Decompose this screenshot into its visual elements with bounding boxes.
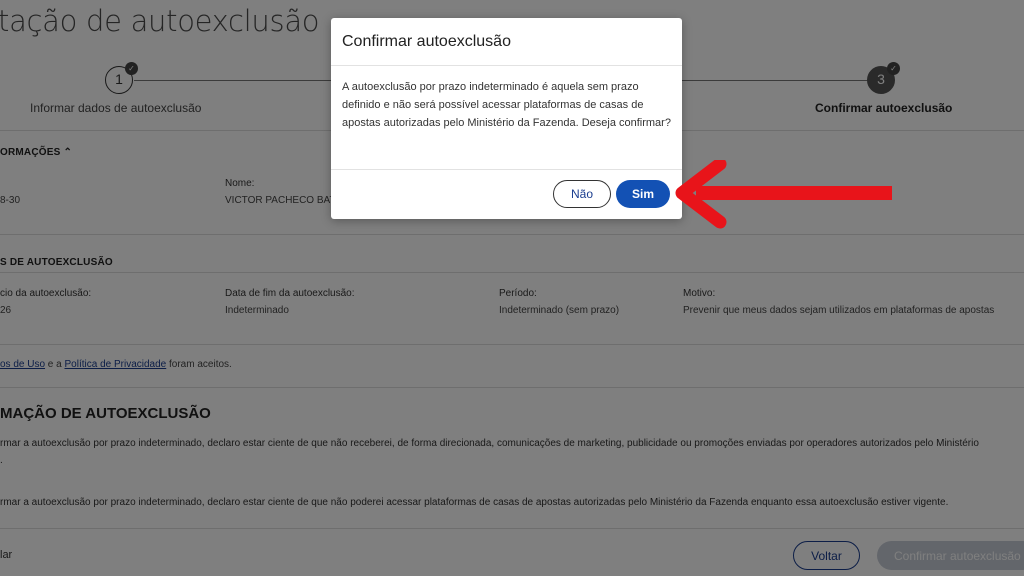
dialog-divider — [331, 169, 682, 170]
red-arrow-icon — [675, 160, 892, 229]
dialog-title: Confirmar autoexclusão — [342, 33, 511, 50]
dialog-divider — [331, 65, 682, 66]
yes-button[interactable]: Sim — [616, 180, 670, 208]
confirm-dialog: Confirmar autoexclusão A autoexclusão po… — [331, 18, 682, 219]
no-button[interactable]: Não — [553, 180, 611, 208]
dialog-message: A autoexclusão por prazo indeterminado é… — [342, 81, 671, 129]
